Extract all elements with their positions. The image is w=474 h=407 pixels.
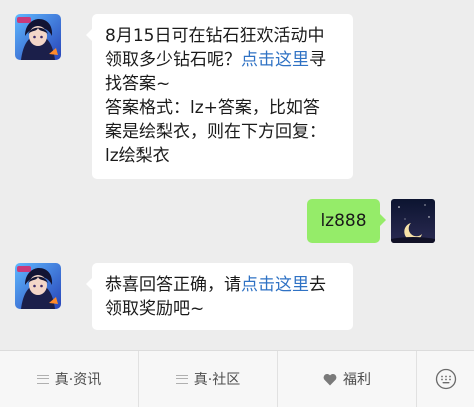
keyboard-toggle-icon: [435, 368, 456, 390]
menu-item-label: 真·资讯: [54, 372, 102, 388]
message-line: 找答案~: [105, 74, 171, 94]
message-line: 案是绘梨衣，则在下方回复：: [105, 122, 326, 142]
menu-item-label: 福利: [343, 372, 371, 388]
message-line: 答案格式：lz+答案，比如答: [105, 98, 320, 118]
message-line: lz绘梨衣: [105, 146, 170, 166]
message-line: 恭喜回答正确，请点击这里去: [105, 275, 326, 295]
official-account-menu-bar: 真·资讯 真·社区 福利: [0, 350, 474, 407]
click-here-link[interactable]: 点击这里: [241, 275, 309, 295]
menu-item-community[interactable]: 真·社区: [139, 351, 278, 407]
my-avatar[interactable]: [391, 199, 435, 243]
click-here-link[interactable]: 点击这里: [241, 50, 309, 70]
menu-item-label: 真·社区: [193, 372, 241, 388]
game-character-avatar-image: [15, 263, 61, 309]
menu-item-welfare[interactable]: 福利: [278, 351, 417, 407]
heart-icon: [323, 373, 337, 385]
menu-item-news[interactable]: 真·资讯: [0, 351, 139, 407]
hamburger-icon: [36, 374, 49, 384]
keyboard-toggle-button[interactable]: [417, 351, 474, 407]
hamburger-icon: [175, 374, 188, 384]
message-line: 领取多少钻石呢？点击这里寻: [105, 50, 326, 70]
incoming-message-bubble: 恭喜回答正确，请点击这里去 领取奖励吧~: [86, 263, 353, 330]
game-character-avatar-image: [15, 14, 61, 60]
chat-area: 8月15日可在钻石狂欢活动中 领取多少钻石呢？点击这里寻 找答案~ 答案格式：l…: [0, 0, 474, 350]
incoming-message-bubble: 8月15日可在钻石狂欢活动中 领取多少钻石呢？点击这里寻 找答案~ 答案格式：l…: [86, 14, 353, 179]
outgoing-message-bubble: lz888: [307, 199, 386, 243]
night-sky-moon-avatar-image: [391, 199, 435, 243]
outgoing-message-text: lz888: [320, 211, 367, 231]
message-line: 8月15日可在钻石狂欢活动中: [105, 26, 325, 46]
official-account-avatar[interactable]: [15, 263, 61, 309]
official-account-avatar[interactable]: [15, 14, 61, 60]
message-line: 领取奖励吧~: [105, 299, 205, 319]
